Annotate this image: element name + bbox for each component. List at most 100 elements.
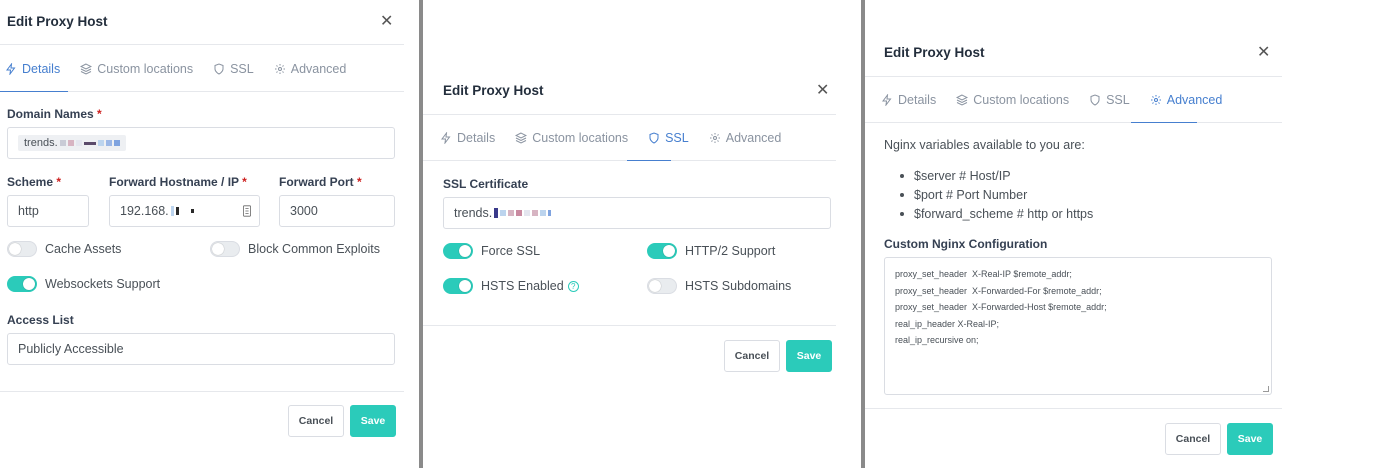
- tab-label: Details: [898, 93, 937, 107]
- cancel-button[interactable]: Cancel: [1165, 423, 1221, 455]
- active-tab-underline: [627, 160, 671, 161]
- toggle-switch[interactable]: [443, 278, 473, 294]
- config-line: real_ip_header X-Real-IP;: [895, 318, 1000, 329]
- variables-list: $server # Host/IP $port # Port Number $f…: [914, 166, 1093, 223]
- toggle-switch[interactable]: [7, 241, 37, 257]
- dialog-title: Edit Proxy Host: [884, 45, 985, 60]
- forward-host-input[interactable]: 192.168.: [109, 195, 260, 227]
- cancel-button[interactable]: Cancel: [288, 405, 344, 437]
- cancel-button[interactable]: Cancel: [724, 340, 780, 372]
- tabs-divider: [865, 122, 1282, 123]
- bolt-icon: [882, 94, 892, 106]
- redacted-block: [500, 210, 507, 216]
- domain-chip-text: trends.: [24, 137, 58, 149]
- tab-label: Advanced: [1166, 93, 1223, 107]
- ssl-panel: Edit Proxy Host ✕ Details Custom locatio…: [423, 0, 861, 468]
- details-panel: Edit Proxy Host ✕ Details Custom locatio…: [0, 0, 419, 468]
- tab-ssl[interactable]: SSL: [1089, 93, 1130, 107]
- toggle-switch[interactable]: [210, 241, 240, 257]
- help-icon[interactable]: ?: [567, 280, 579, 292]
- tab-advanced[interactable]: Advanced: [274, 62, 347, 76]
- save-button[interactable]: Save: [1227, 423, 1273, 455]
- tab-bar: Details Custom locations SSL Advanced: [440, 128, 801, 148]
- variables-intro: Nginx variables available to you are:: [884, 138, 1085, 152]
- tab-advanced[interactable]: Advanced: [709, 131, 782, 145]
- variable-item: $port # Port Number: [914, 185, 1093, 204]
- tab-details[interactable]: Details: [881, 93, 936, 107]
- tab-details[interactable]: Details: [440, 131, 495, 145]
- resize-handle[interactable]: [1263, 386, 1269, 392]
- toggle-switch[interactable]: [647, 278, 677, 294]
- tab-ssl[interactable]: SSL: [213, 62, 254, 76]
- footer-divider: [865, 408, 1282, 409]
- redacted-block: [524, 210, 531, 216]
- hsts-toggle[interactable]: HSTS Enabled ?: [443, 278, 579, 294]
- redacted-block: [105, 140, 112, 146]
- tab-custom-locations[interactable]: Custom locations: [80, 62, 193, 76]
- forward-port-input[interactable]: 3000: [279, 195, 395, 227]
- config-line: real_ip_recursive on;: [895, 335, 979, 345]
- tab-label: Custom locations: [532, 131, 629, 145]
- tab-bar: Details Custom locations SSL Advanced: [5, 59, 366, 79]
- tab-details[interactable]: Details: [5, 62, 60, 76]
- custom-config-label: Custom Nginx Configuration: [884, 237, 1048, 251]
- tab-label: Custom locations: [97, 62, 194, 76]
- save-button[interactable]: Save: [350, 405, 396, 437]
- shield-icon: [649, 132, 659, 144]
- save-button[interactable]: Save: [786, 340, 832, 372]
- hsts-subdomains-toggle[interactable]: HSTS Subdomains: [647, 278, 791, 294]
- redacted-block: [540, 210, 547, 216]
- redacted-block: [75, 140, 82, 146]
- redacted-block: [97, 140, 104, 146]
- footer-divider: [423, 325, 836, 326]
- close-icon[interactable]: ✕: [1257, 45, 1270, 61]
- force-ssl-toggle[interactable]: Force SSL: [443, 243, 540, 259]
- scheme-select[interactable]: http: [7, 195, 89, 227]
- forward-port-label: Forward Port *: [279, 175, 362, 189]
- access-list-value: Publicly Accessible: [18, 342, 124, 356]
- header-divider: [0, 44, 404, 45]
- layers-icon: [80, 63, 93, 75]
- tab-custom-locations[interactable]: Custom locations: [956, 93, 1069, 107]
- shield-icon: [1090, 94, 1100, 106]
- ssl-certificate-select[interactable]: trends.: [443, 197, 831, 229]
- toggle-switch[interactable]: [647, 243, 677, 259]
- tab-label: Details: [22, 62, 61, 76]
- bolt-icon: [441, 132, 451, 144]
- toggle-label: Block Common Exploits: [248, 242, 380, 256]
- tab-label: Details: [457, 131, 496, 145]
- toggle-label: Cache Assets: [45, 242, 122, 256]
- http2-toggle[interactable]: HTTP/2 Support: [647, 243, 775, 259]
- custom-config-textarea[interactable]: proxy_set_header X-Real-IP $remote_addr;…: [884, 257, 1272, 395]
- toggle-label: HSTS Enabled: [481, 279, 564, 293]
- toggle-label: HSTS Subdomains: [685, 279, 792, 293]
- toggle-switch[interactable]: [7, 276, 37, 292]
- tab-ssl[interactable]: SSL: [648, 131, 689, 145]
- dialog-title: Edit Proxy Host: [443, 83, 544, 98]
- keyboard-icon: [243, 205, 251, 217]
- close-icon[interactable]: ✕: [816, 83, 829, 99]
- header-divider: [865, 76, 1282, 77]
- tab-custom-locations[interactable]: Custom locations: [515, 131, 628, 145]
- domain-names-input[interactable]: trends.: [7, 127, 395, 159]
- layers-icon: [956, 94, 969, 106]
- cache-assets-toggle[interactable]: Cache Assets: [7, 241, 121, 257]
- access-list-select[interactable]: Publicly Accessible: [7, 333, 395, 365]
- domain-chip[interactable]: trends.: [18, 135, 126, 151]
- tab-label: Advanced: [725, 131, 782, 145]
- toggle-label: HTTP/2 Support: [685, 244, 776, 258]
- block-exploits-toggle[interactable]: Block Common Exploits: [210, 241, 380, 257]
- websockets-toggle[interactable]: Websockets Support: [7, 276, 160, 292]
- redacted-block: [190, 209, 194, 213]
- toggle-switch[interactable]: [443, 243, 473, 259]
- gear-icon: [274, 64, 285, 74]
- close-icon[interactable]: ✕: [380, 14, 393, 30]
- tabs-divider: [68, 91, 404, 92]
- redacted-block: [113, 140, 120, 146]
- active-tab-underline: [1131, 122, 1197, 123]
- bolt-icon: [6, 63, 16, 75]
- tab-label: SSL: [230, 62, 254, 76]
- tab-label: Advanced: [290, 62, 347, 76]
- tab-advanced[interactable]: Advanced: [1150, 93, 1223, 107]
- redacted-block: [59, 140, 66, 146]
